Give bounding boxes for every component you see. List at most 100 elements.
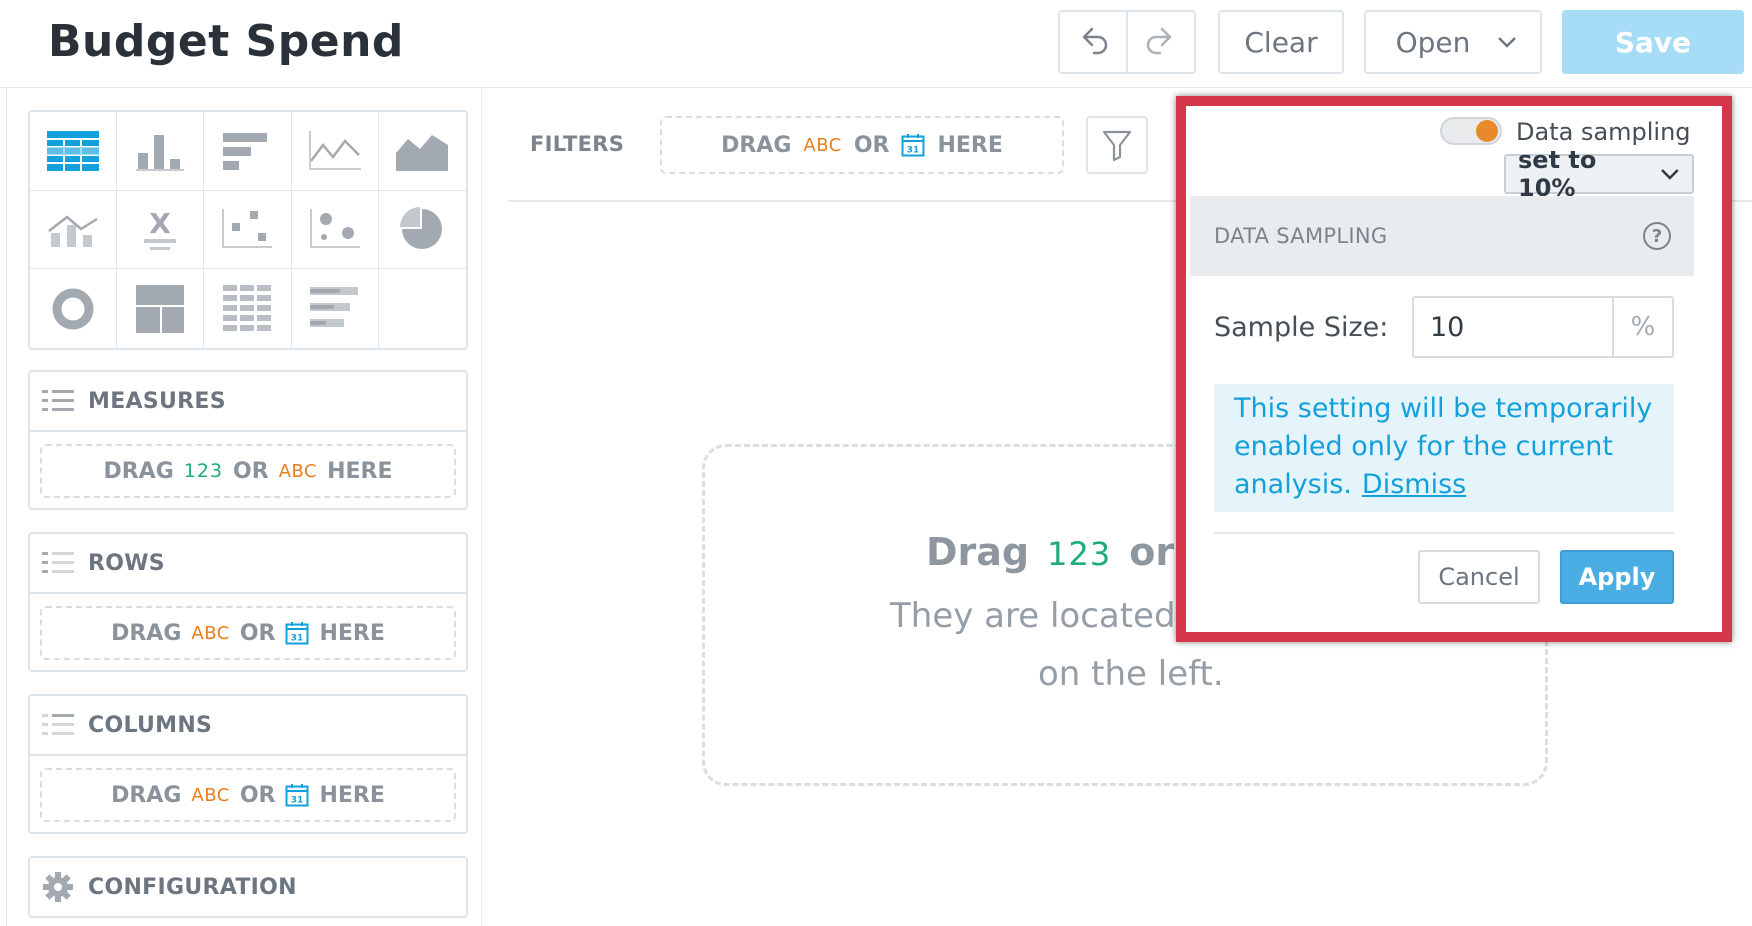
drop-text-or: OR: [239, 620, 276, 646]
pie-chart-icon: [400, 207, 443, 250]
info-message: This setting will be temporarily enabled…: [1214, 384, 1674, 512]
sampling-select[interactable]: set to 10%: [1504, 146, 1694, 202]
header: Budget Spend Clear Open Save: [0, 0, 1752, 88]
calendar-day: 31: [907, 146, 920, 156]
table-icon: [47, 130, 100, 171]
vis-scatter[interactable]: [204, 190, 292, 270]
calendar-icon: 31: [901, 134, 925, 157]
calendar-day: 31: [291, 634, 304, 644]
drop-text-or: OR: [853, 132, 890, 158]
columns-icon: [42, 714, 74, 735]
attribute-badge: ABC: [278, 460, 318, 482]
numeric-badge: 123: [183, 460, 224, 482]
vis-table[interactable]: [30, 112, 118, 191]
help-icon[interactable]: ?: [1642, 221, 1672, 251]
rows-bucket: ROWS DRAG ABC OR 31 HERE: [28, 532, 468, 672]
vis-pie[interactable]: [378, 191, 466, 270]
drop-text-or: OR: [239, 782, 276, 808]
drop-text-here: HERE: [319, 620, 385, 646]
svg-text:?: ?: [1652, 226, 1662, 247]
rows-drop-zone[interactable]: DRAG ABC OR 31 HERE: [40, 606, 456, 660]
drop-text-here: HERE: [319, 782, 385, 808]
drop-text-drag: DRAG: [103, 458, 174, 484]
vis-bar[interactable]: [204, 112, 292, 191]
vis-area[interactable]: [378, 112, 466, 191]
data-sampling-popup: DATA SAMPLING ? Sample Size: 10 % This s…: [1190, 196, 1694, 624]
vis-combo[interactable]: [30, 190, 118, 270]
undo-redo-group: [1058, 10, 1196, 74]
canvas-instruction: Drag 123 or A: [926, 530, 1214, 574]
attribute-badge: ABC: [191, 784, 230, 806]
columns-title: COLUMNS: [88, 712, 213, 738]
vis-column[interactable]: [117, 112, 205, 191]
bullet-chart-icon: [309, 286, 358, 327]
vis-line[interactable]: [291, 112, 379, 191]
calendar-icon: 31: [285, 784, 309, 807]
drop-text-drag: DRAG: [111, 620, 182, 646]
drop-text-here: HERE: [937, 132, 1003, 158]
canvas-text-or: or: [1129, 530, 1175, 574]
rows-icon: [42, 552, 74, 573]
treemap-icon: [136, 284, 185, 333]
vis-heatmap[interactable]: [204, 269, 292, 348]
data-sampling-toggle[interactable]: [1440, 117, 1502, 145]
undo-icon: [1082, 27, 1108, 55]
list-icon: [42, 390, 74, 411]
dismiss-link[interactable]: Dismiss: [1362, 469, 1466, 500]
popup-header: DATA SAMPLING ?: [1190, 196, 1694, 276]
apply-button[interactable]: Apply: [1560, 550, 1674, 604]
filters-label: FILTERS: [530, 132, 625, 156]
area-chart-icon: [396, 134, 449, 171]
columns-bucket: COLUMNS DRAG ABC OR 31 HERE: [28, 694, 468, 834]
bubble-chart-icon: [309, 209, 360, 249]
sample-size-field[interactable]: 10 %: [1412, 296, 1674, 358]
measures-bucket: MEASURES DRAG 123 OR ABC HERE: [28, 370, 468, 510]
save-button[interactable]: Save: [1562, 10, 1744, 74]
canvas-text-drag: Drag: [926, 530, 1030, 574]
gear-icon: [43, 872, 73, 902]
drop-text-here: HERE: [327, 458, 393, 484]
measures-drop-zone[interactable]: DRAG 123 OR ABC HERE: [40, 444, 456, 498]
line-chart-icon: [308, 130, 361, 170]
sample-size-value[interactable]: 10: [1414, 298, 1612, 356]
vis-treemap[interactable]: [117, 269, 205, 348]
canvas-hint-line-2: on the left.: [1038, 654, 1224, 694]
vis-donut[interactable]: [30, 269, 118, 348]
chevron-down-icon: [1498, 37, 1517, 48]
open-button-label: Open: [1395, 25, 1471, 59]
clear-button[interactable]: Clear: [1218, 10, 1344, 74]
vis-bullet[interactable]: [292, 269, 379, 348]
visualization-type-picker: X: [28, 110, 468, 350]
filters-drop-zone[interactable]: DRAG ABC OR 31 HERE: [660, 116, 1064, 174]
data-sampling-label: Data sampling: [1516, 118, 1691, 146]
sample-size-label: Sample Size:: [1214, 312, 1389, 343]
toggle-knob: [1476, 120, 1498, 142]
funnel-icon: [1102, 130, 1132, 161]
numeric-badge: 123: [1047, 535, 1112, 573]
undo-button[interactable]: [1060, 12, 1126, 72]
popup-title: DATA SAMPLING: [1214, 224, 1388, 248]
open-button[interactable]: Open: [1364, 10, 1542, 74]
calendar-icon: 31: [285, 622, 309, 645]
popup-divider: [1214, 532, 1674, 534]
columns-drop-zone[interactable]: DRAG ABC OR 31 HERE: [40, 768, 456, 822]
svg-text:X: X: [149, 207, 171, 240]
bar-chart-icon: [223, 132, 268, 170]
vis-bubble[interactable]: [291, 190, 379, 270]
cancel-button[interactable]: Cancel: [1418, 550, 1540, 604]
drop-text-drag: DRAG: [111, 782, 182, 808]
measures-title: MEASURES: [88, 388, 226, 414]
calendar-day: 31: [291, 796, 304, 806]
configuration-section[interactable]: CONFIGURATION: [28, 856, 468, 918]
heatmap-icon: [223, 284, 272, 331]
attribute-badge: ABC: [191, 622, 230, 644]
filter-button[interactable]: [1086, 116, 1148, 174]
redo-icon: [1146, 27, 1172, 55]
rows-header: ROWS: [30, 534, 466, 594]
vis-headline[interactable]: X: [117, 190, 205, 270]
canvas-hint-line-1: They are located i: [890, 596, 1196, 636]
headline-icon: X: [144, 207, 177, 251]
configuration-title: CONFIGURATION: [88, 874, 297, 900]
redo-button[interactable]: [1126, 12, 1194, 72]
chevron-down-icon: [1661, 169, 1679, 180]
